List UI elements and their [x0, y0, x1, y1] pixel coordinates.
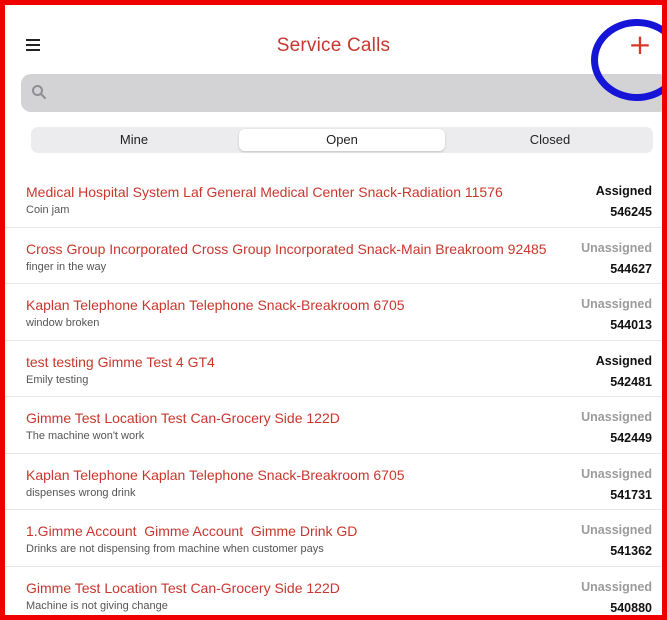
call-location: Medical Hospital System Laf General Medi… — [26, 184, 503, 200]
call-status: Unassigned — [581, 297, 652, 311]
call-id: 544013 — [610, 318, 652, 332]
search-bar[interactable] — [21, 74, 662, 112]
call-status: Unassigned — [581, 240, 652, 255]
page-title: Service Calls — [276, 35, 391, 56]
call-location: Cross Group Incorporated Cross Group Inc… — [26, 240, 547, 257]
service-call-list: Medical Hospital System Laf General Medi… — [5, 171, 662, 616]
service-call-row[interactable]: Cross Group Incorporated Cross Group Inc… — [5, 228, 662, 284]
call-status: Unassigned — [581, 523, 652, 537]
service-call-row[interactable]: 1.Gimme Account Gimme Account Gimme Drin… — [5, 510, 662, 567]
call-status: Unassigned — [581, 410, 652, 424]
call-issue: Machine is not giving change — [26, 599, 168, 612]
call-id: 546245 — [610, 205, 652, 219]
segment-mine[interactable]: Mine — [31, 127, 237, 153]
call-id: 541362 — [610, 544, 652, 558]
service-call-row[interactable]: Gimme Test Location Test Can-Grocery Sid… — [5, 567, 662, 616]
call-location: Gimme Test Location Test Can-Grocery Sid… — [26, 410, 340, 426]
call-issue: The machine won't work — [26, 430, 145, 442]
call-location: 1.Gimme Account Gimme Account Gimme Drin… — [26, 523, 358, 539]
call-location: test testing Gimme Test 4 GT4 — [26, 353, 215, 370]
call-issue: Drinks are not dispensing from machine w… — [26, 543, 324, 555]
service-call-row[interactable]: Kaplan Telephone Kaplan Telephone Snack-… — [5, 284, 662, 341]
call-id: 542481 — [610, 374, 652, 389]
segment-open[interactable]: Open — [239, 129, 445, 151]
call-location: Gimme Test Location Test Can-Grocery Sid… — [26, 579, 340, 596]
call-status: Unassigned — [581, 466, 652, 481]
service-call-row[interactable]: Gimme Test Location Test Can-Grocery Sid… — [5, 397, 662, 454]
filter-segmented-control: Mine Open Closed — [31, 127, 653, 153]
call-issue: Coin jam — [26, 204, 70, 216]
service-call-row[interactable]: test testing Gimme Test 4 GT4 Emily test… — [5, 341, 662, 397]
call-issue: Emily testing — [26, 373, 89, 386]
call-location: Kaplan Telephone Kaplan Telephone Snack-… — [26, 297, 405, 313]
call-issue: window broken — [26, 317, 100, 329]
add-service-call-button[interactable]: + — [627, 31, 653, 59]
service-call-row[interactable]: Medical Hospital System Laf General Medi… — [5, 171, 662, 228]
call-id: 544627 — [610, 261, 652, 276]
call-location: Kaplan Telephone Kaplan Telephone Snack-… — [26, 466, 405, 483]
call-id: 542449 — [610, 431, 652, 445]
app-frame: Service Calls + Mine Open Closed Medical… — [0, 0, 667, 620]
call-issue: dispenses wrong drink — [26, 486, 136, 499]
segment-closed[interactable]: Closed — [447, 127, 653, 153]
search-input[interactable] — [55, 82, 639, 106]
search-icon — [32, 85, 46, 99]
call-id: 541731 — [610, 487, 652, 502]
call-status: Assigned — [595, 353, 652, 368]
service-call-row[interactable]: Kaplan Telephone Kaplan Telephone Snack-… — [5, 454, 662, 510]
call-issue: finger in the way — [26, 260, 107, 273]
call-status: Assigned — [595, 184, 652, 198]
call-id: 540880 — [610, 600, 652, 615]
call-status: Unassigned — [581, 579, 652, 594]
nav-header: Service Calls + — [5, 5, 662, 75]
